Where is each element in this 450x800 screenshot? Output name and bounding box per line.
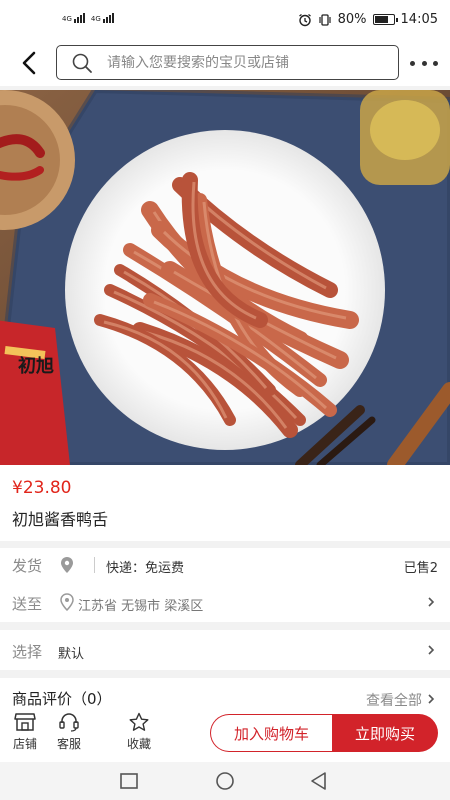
- delivery-fee: 快递：免运费: [106, 561, 185, 576]
- status-bar: 4G 4G 80% 14:05: [0, 0, 450, 40]
- shipping-label: 发货: [12, 557, 43, 575]
- product-price: ¥23.80: [12, 478, 72, 498]
- product-image[interactable]: 初旭: [0, 90, 450, 465]
- network-type-label: 4G: [90, 15, 101, 23]
- product-photo: 初旭: [0, 90, 450, 465]
- home-icon[interactable]: [214, 771, 236, 791]
- signal-icon: 4G: [91, 13, 114, 23]
- shipping-row: 发货 快递：免运费 已售2: [0, 548, 450, 582]
- chevron-left-icon: [22, 51, 36, 75]
- store-icon: [14, 713, 36, 731]
- back-nav-icon[interactable]: [308, 771, 330, 791]
- packet-brand-text: 初旭: [18, 355, 54, 377]
- alarm-icon: [298, 13, 311, 26]
- system-navigation-bar: [0, 762, 450, 800]
- location-pin-icon: [60, 593, 74, 611]
- favorite-label: 收藏: [126, 737, 151, 751]
- search-input[interactable]: [107, 54, 367, 71]
- top-nav: [0, 40, 450, 86]
- options-row[interactable]: 选择 默认: [0, 630, 450, 670]
- headset-icon: [59, 713, 79, 732]
- more-icon: [410, 60, 415, 66]
- signal-indicators: 4G 4G: [62, 13, 114, 23]
- store-tab[interactable]: 店铺: [5, 712, 45, 752]
- service-label: 客服: [56, 737, 81, 751]
- reviews-row[interactable]: 商品评价（0） 查看全部: [0, 678, 450, 709]
- chevron-right-icon: [428, 645, 435, 655]
- add-to-cart-button[interactable]: 加入购物车: [210, 714, 332, 752]
- selected-option: 默认: [58, 647, 85, 662]
- options-label: 选择: [12, 643, 43, 661]
- store-label: 店铺: [12, 737, 37, 751]
- favorite-tab[interactable]: 收藏: [119, 712, 159, 752]
- recents-icon[interactable]: [118, 771, 140, 791]
- network-type-label: 4G: [62, 15, 72, 23]
- clock: 14:05: [400, 12, 438, 27]
- back-button[interactable]: [16, 49, 42, 77]
- address-row[interactable]: 送至 江苏省 无锡市 梁溪区: [0, 582, 450, 622]
- search-icon: [72, 53, 92, 73]
- battery-percent: 80%: [337, 12, 367, 27]
- address-value: 江苏省 无锡市 梁溪区: [78, 599, 204, 614]
- location-pin-icon: [61, 557, 73, 573]
- more-button[interactable]: [410, 54, 438, 72]
- signal-icon: 4G: [62, 13, 85, 23]
- bottom-action-bar: 店铺 客服 收藏 加入购物车 立即购买: [0, 706, 450, 762]
- service-tab[interactable]: 客服: [49, 712, 89, 752]
- chevron-right-icon: [428, 694, 435, 704]
- price-block: ¥23.80 初旭酱香鸭舌: [0, 465, 450, 541]
- chevron-right-icon: [428, 597, 435, 607]
- search-box[interactable]: [56, 45, 399, 80]
- address-label: 送至: [12, 595, 43, 613]
- star-icon: [129, 712, 149, 731]
- product-title: 初旭酱香鸭舌: [12, 510, 109, 529]
- sold-count: 已售2: [403, 561, 438, 576]
- buy-now-button[interactable]: 立即购买: [332, 714, 438, 752]
- vibrate-icon: [319, 13, 331, 26]
- divider: [94, 557, 95, 573]
- battery-icon: [372, 14, 398, 25]
